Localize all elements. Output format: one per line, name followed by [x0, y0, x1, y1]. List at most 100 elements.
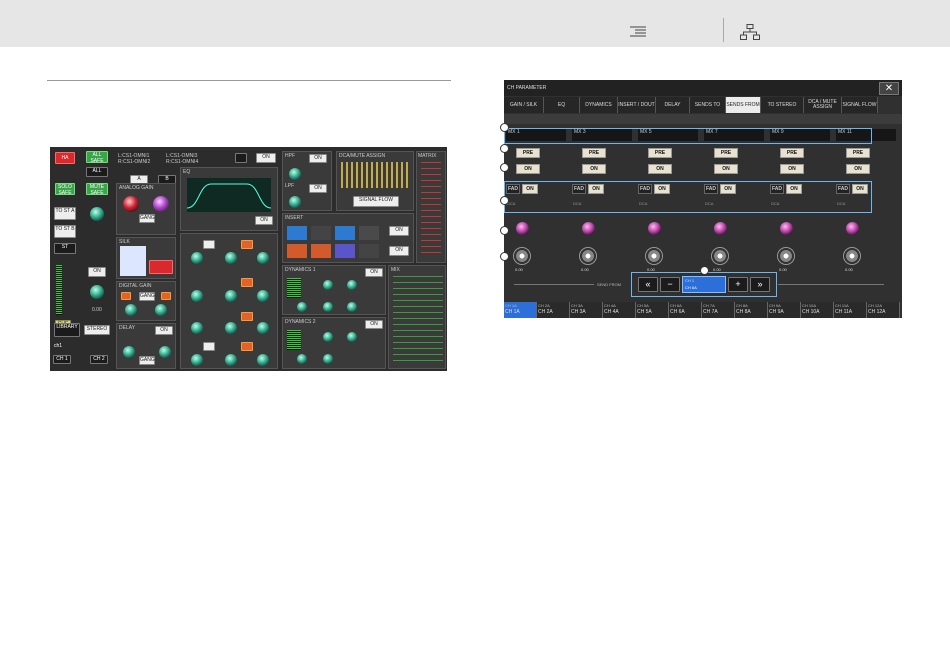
lpf-freq-knob[interactable] — [289, 196, 301, 208]
ha-red-button[interactable]: HA — [55, 152, 75, 164]
eq-q-knob-3[interactable] — [191, 322, 203, 334]
pan-knob[interactable] — [582, 222, 595, 235]
previous-channel-button[interactable]: − — [660, 277, 680, 292]
pan-knob[interactable] — [648, 222, 661, 235]
delay-on-button[interactable]: ON — [155, 326, 173, 335]
input-on-button[interactable]: ON — [256, 153, 276, 163]
channel-select-button[interactable]: CH 6A CH 6A — [669, 302, 702, 318]
next-channel-button[interactable]: + — [728, 277, 748, 292]
eq-q-knob-1[interactable] — [191, 252, 203, 264]
mute-safe-button[interactable]: MUTE SAFE — [86, 183, 108, 196]
send-level-knob[interactable] — [645, 247, 663, 265]
close-button[interactable]: ✕ — [879, 82, 899, 95]
insert-plugin-slot-1[interactable] — [287, 226, 307, 240]
tab-dca-mute-assign[interactable]: DCA / MUTE ASSIGN — [804, 97, 842, 113]
eq-gain-knob-2[interactable] — [257, 290, 269, 302]
phase-button[interactable] — [121, 292, 131, 300]
pre-button[interactable]: PRE — [780, 148, 804, 158]
eq-freq-knob-4[interactable] — [225, 354, 237, 366]
send-on-button[interactable]: ON — [714, 164, 738, 174]
pre-button[interactable]: PRE — [714, 148, 738, 158]
eq-q-knob-2[interactable] — [191, 290, 203, 302]
eq-band-type-button-high[interactable] — [203, 240, 215, 249]
tab-insert-dout[interactable]: INSERT / DOUT — [618, 97, 656, 113]
ch2-button[interactable]: CH 2 — [90, 355, 108, 364]
send-on-button[interactable]: ON — [648, 164, 672, 174]
insert-on-button-2[interactable]: ON — [389, 246, 409, 256]
send-level-knob[interactable] — [777, 247, 795, 265]
insert-plugin-slot-7[interactable] — [335, 244, 355, 258]
hpf-on-button[interactable]: ON — [309, 154, 327, 163]
delay-gang-button[interactable]: GANG — [139, 356, 155, 365]
gain-compensation-knob[interactable] — [153, 196, 169, 212]
balance-knob[interactable] — [90, 207, 104, 221]
dyn1-threshold-knob[interactable] — [297, 302, 307, 312]
insert-plugin-slot-6[interactable] — [311, 244, 331, 258]
pan-knob[interactable] — [714, 222, 727, 235]
ch1-button[interactable]: CH 1 — [53, 355, 71, 364]
dyn2-knob-1[interactable] — [323, 332, 333, 342]
insert-on-button[interactable]: ON — [389, 226, 409, 236]
channel-select-button[interactable]: CH 10A CH 10A — [801, 302, 834, 318]
channel-select-button[interactable]: CH 11A CH 11A — [834, 302, 867, 318]
channel-select-button[interactable]: CH 1A CH 1A — [504, 302, 537, 318]
last-channel-button[interactable]: » — [750, 277, 770, 292]
matrix-send-list[interactable] — [421, 162, 441, 258]
eq-freq-knob-3[interactable] — [225, 322, 237, 334]
insert-plugin-slot-5[interactable] — [287, 244, 307, 258]
channel-select-button[interactable]: CH 5A CH 5A — [636, 302, 669, 318]
dyn1-knob-3[interactable] — [323, 302, 333, 312]
table-of-contents-icon[interactable] — [630, 26, 646, 38]
channel-select-button[interactable]: CH 4A CH 4A — [603, 302, 636, 318]
tab-sends-to[interactable]: SENDS TO — [690, 97, 726, 113]
digital-gain-knob-2[interactable] — [155, 304, 167, 316]
tab-to-stereo[interactable]: TO STEREO — [761, 97, 804, 113]
delay-knob[interactable] — [123, 346, 135, 358]
lpf-on-button[interactable]: ON — [309, 184, 327, 193]
current-channel-display[interactable]: CH 1 CH 6A — [682, 276, 726, 293]
eq-gain-knob-3[interactable] — [257, 322, 269, 334]
tab-signal-flow[interactable]: SIGNAL FLOW — [842, 97, 878, 113]
signal-flow-button[interactable]: SIGNAL FLOW — [353, 196, 399, 207]
send-on-button[interactable]: ON — [780, 164, 804, 174]
pre-button[interactable]: PRE — [648, 148, 672, 158]
analog-gang-button[interactable]: GANG — [139, 214, 155, 223]
insert-plugin-slot-2[interactable] — [311, 226, 331, 240]
send-on-button[interactable]: ON — [582, 164, 606, 174]
channel-select-button[interactable]: CH 8A CH 8A — [735, 302, 768, 318]
pre-button[interactable]: PRE — [846, 148, 870, 158]
input-port-b[interactable]: L:CS1-OMNI3 R:CS1-OMNI4 — [166, 153, 198, 165]
insert-plugin-slot-3[interactable] — [335, 226, 355, 240]
channel-select-button[interactable]: CH 9A CH 9A — [768, 302, 801, 318]
send-level-knob[interactable] — [711, 247, 729, 265]
input-port-a[interactable]: L:CS1-OMNI1 R:CS1-OMNI2 — [118, 153, 150, 165]
eq-freq-knob-1[interactable] — [225, 252, 237, 264]
eq-freq-knob-2[interactable] — [225, 290, 237, 302]
all-safe-button[interactable]: ALL SAFE — [86, 151, 108, 164]
pan-knob[interactable] — [780, 222, 793, 235]
tab-eq[interactable]: EQ — [544, 97, 580, 113]
dyn1-knob-1[interactable] — [323, 280, 333, 290]
send-level-knob[interactable] — [513, 247, 531, 265]
eq-bypass-button-hm[interactable] — [241, 278, 253, 287]
dca-assign-grid[interactable] — [341, 162, 409, 188]
send-level-knob[interactable] — [579, 247, 597, 265]
dyn2-knob-3[interactable] — [323, 354, 333, 364]
channel-select-button[interactable]: CH 7A CH 7A — [702, 302, 735, 318]
silk-button[interactable] — [149, 260, 173, 274]
analog-gain-knob[interactable] — [123, 196, 139, 212]
pre-button[interactable]: PRE — [516, 148, 540, 158]
eq-band-type-button-low[interactable] — [203, 342, 215, 351]
dynamics2-on-button[interactable]: ON — [365, 320, 383, 329]
send-on-button[interactable]: ON — [846, 164, 870, 174]
channel-select-button[interactable]: CH 3A CH 3A — [570, 302, 603, 318]
eq-bypass-button-low[interactable] — [241, 342, 253, 351]
mix-send-list[interactable] — [393, 276, 443, 366]
insert-plugin-slot-4[interactable] — [359, 226, 379, 240]
eq-on-button[interactable]: ON — [255, 216, 273, 225]
channel-select-button[interactable]: CH 2A CH 2A — [537, 302, 570, 318]
insert-plugin-slot-8[interactable] — [359, 244, 379, 258]
dyn1-knob-2[interactable] — [347, 280, 357, 290]
eq-q-knob-4[interactable] — [191, 354, 203, 366]
eq-gain-knob-4[interactable] — [257, 354, 269, 366]
